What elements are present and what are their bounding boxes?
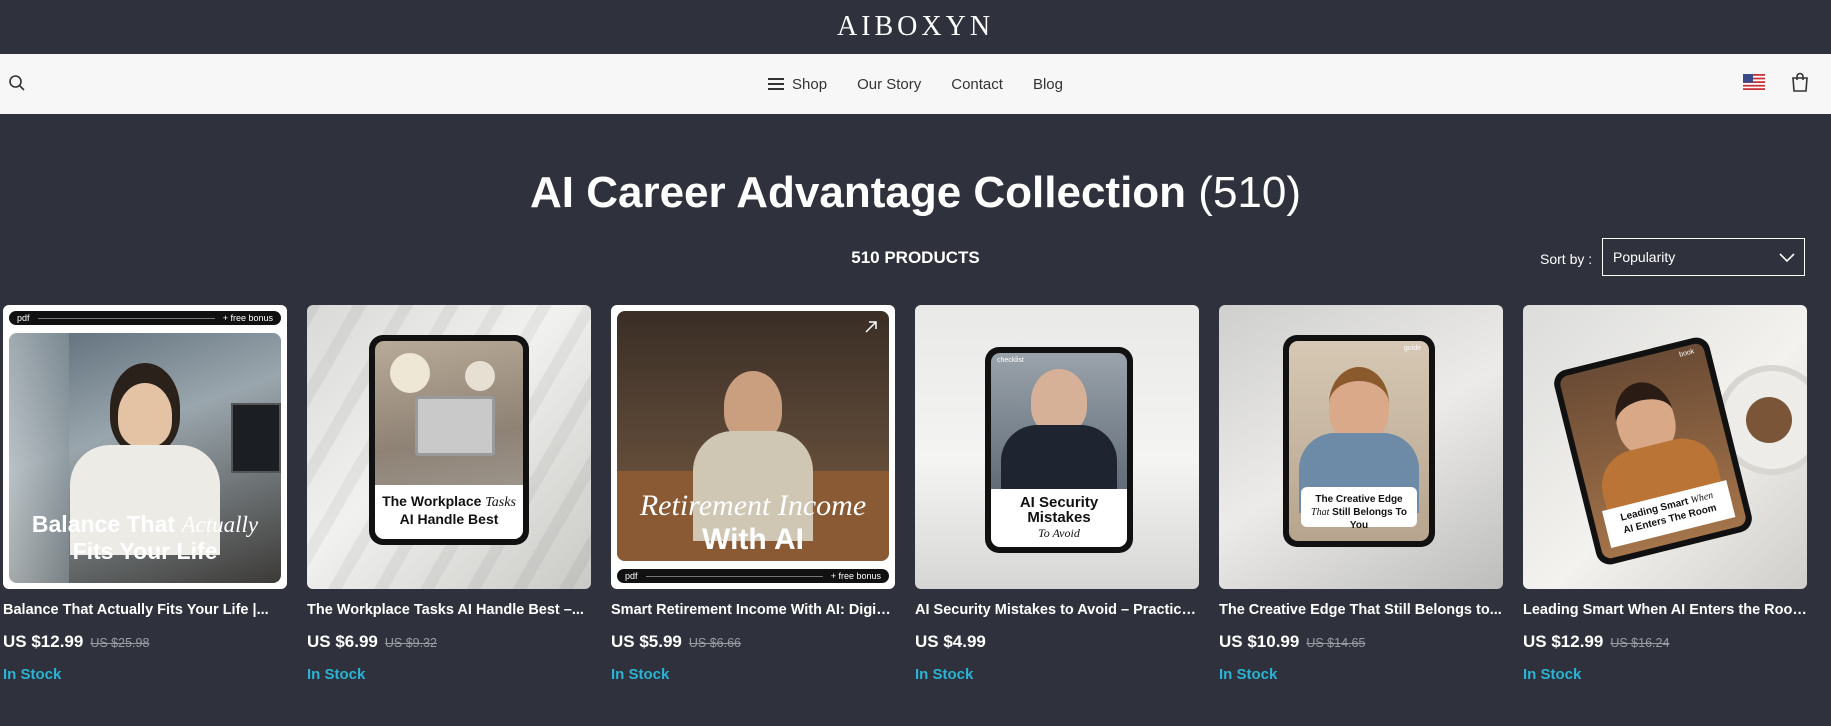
thumb-tag-right: book bbox=[1678, 348, 1696, 359]
sort-selected-value: Popularity bbox=[1613, 249, 1676, 265]
thumb-tag-right: + free bonus bbox=[222, 313, 273, 323]
stock-status: In Stock bbox=[1219, 666, 1278, 683]
thumb-photo: Retirement Income With AI bbox=[617, 311, 889, 561]
price-row: US $6.99 US $9.32 bbox=[307, 632, 591, 652]
nav-item-shop[interactable]: Shop bbox=[768, 76, 827, 93]
thumb-tag-left: checklist bbox=[997, 357, 1024, 364]
nav-item-label: Blog bbox=[1032, 75, 1063, 93]
product-image[interactable]: The Workplace Tasks AI Handle Best bbox=[307, 305, 591, 589]
price-row: US $4.99 bbox=[915, 632, 1199, 652]
product-title[interactable]: The Creative Edge That Still Belongs to.… bbox=[1219, 602, 1503, 618]
thumb-tag-right: guide bbox=[1403, 345, 1421, 352]
collection-header: AI Career Advantage Collection (510) bbox=[0, 168, 1831, 218]
product-image[interactable]: checklist AI Security Mistakes To Avoid bbox=[915, 305, 1199, 589]
page-title: AI Career Advantage Collection (510) bbox=[0, 168, 1831, 218]
thumb-caption: The Creative Edge That Still Belongs To … bbox=[1301, 487, 1417, 531]
collection-title: AI Career Advantage Collection bbox=[529, 168, 1187, 217]
thumb-caption: AI Security Mistakes To Avoid bbox=[991, 489, 1127, 547]
product-price: US $12.99 bbox=[3, 632, 84, 651]
tablet-mockup: checklist AI Security Mistakes To Avoid bbox=[985, 347, 1133, 553]
tablet-mockup: The Workplace Tasks AI Handle Best bbox=[369, 335, 529, 545]
product-old-price: US $25.98 bbox=[90, 636, 150, 650]
product-price: US $5.99 bbox=[611, 632, 682, 651]
thumb-tag-right: + free bonus bbox=[830, 571, 881, 581]
nav-item-label: Contact bbox=[951, 75, 1003, 93]
product-image[interactable]: book Leading Smart When AI Enters The Ro… bbox=[1523, 305, 1807, 589]
main-nav: Shop Our Story Contact Blog bbox=[0, 54, 1831, 114]
product-title[interactable]: Smart Retirement Income With AI: Digita.… bbox=[611, 602, 895, 618]
brand-bar: AIBOXYN bbox=[0, 0, 1831, 54]
tablet-mockup: guide The Creative Edge That Still Belon… bbox=[1283, 335, 1435, 547]
product-card[interactable]: The Workplace Tasks AI Handle Best The W… bbox=[307, 305, 591, 683]
product-card[interactable]: checklist AI Security Mistakes To Avoid … bbox=[915, 305, 1199, 683]
product-image[interactable]: guide The Creative Edge That Still Belon… bbox=[1219, 305, 1503, 589]
nav-item-contact[interactable]: Contact bbox=[951, 76, 1003, 93]
thumb-caption: Balance That Actually Fits Your Life bbox=[31, 511, 259, 564]
product-image[interactable]: Retirement Income With AI pdf + free bon… bbox=[611, 305, 895, 589]
menu-icon bbox=[768, 78, 785, 90]
product-grid: pdf + free bonus Balance That Actually F… bbox=[3, 305, 1807, 683]
stock-status: In Stock bbox=[1523, 666, 1582, 683]
product-price: US $12.99 bbox=[1523, 632, 1604, 651]
price-row: US $5.99 US $6.66 bbox=[611, 632, 895, 652]
nav-actions bbox=[1743, 72, 1809, 92]
brand-logo[interactable]: AIBOXYN bbox=[837, 11, 994, 43]
product-old-price: US $9.32 bbox=[384, 636, 438, 650]
expand-arrow-icon bbox=[863, 319, 879, 335]
product-title[interactable]: AI Security Mistakes to Avoid – Practica… bbox=[915, 602, 1199, 618]
listing-toolbar: 510 PRODUCTS Sort by : Popularity bbox=[0, 238, 1831, 280]
price-row: US $12.99 US $16.24 bbox=[1523, 632, 1807, 652]
product-price: US $10.99 bbox=[1219, 632, 1300, 651]
nav-menu: Shop Our Story Contact Blog bbox=[768, 76, 1063, 93]
product-title[interactable]: Balance That Actually Fits Your Life |..… bbox=[3, 602, 287, 618]
stock-status: In Stock bbox=[915, 666, 974, 683]
nav-item-label: Shop bbox=[792, 75, 828, 93]
price-row: US $12.99 US $25.98 bbox=[3, 632, 287, 652]
product-card[interactable]: pdf + free bonus Balance That Actually F… bbox=[3, 305, 287, 683]
product-old-price: US $6.66 bbox=[688, 636, 742, 650]
us-flag-icon[interactable] bbox=[1743, 74, 1765, 90]
thumb-tag-left: pdf bbox=[625, 571, 638, 581]
thumb-caption: The Workplace Tasks AI Handle Best bbox=[375, 485, 523, 539]
product-price: US $6.99 bbox=[307, 632, 378, 651]
collection-count: (510) bbox=[1198, 168, 1302, 217]
price-row: US $10.99 US $14.65 bbox=[1219, 632, 1503, 652]
nav-item-our-story[interactable]: Our Story bbox=[857, 76, 921, 93]
thumb-photo: Balance That Actually Fits Your Life bbox=[9, 333, 281, 583]
nav-item-blog[interactable]: Blog bbox=[1033, 76, 1063, 93]
stock-status: In Stock bbox=[611, 666, 670, 683]
search-icon[interactable] bbox=[8, 74, 26, 92]
product-card[interactable]: book Leading Smart When AI Enters The Ro… bbox=[1523, 305, 1807, 683]
sort-label: Sort by : bbox=[1540, 251, 1593, 267]
shopping-bag-icon[interactable] bbox=[1791, 72, 1809, 92]
thumb-tag-bar: pdf + free bonus bbox=[617, 569, 889, 583]
product-card[interactable]: Retirement Income With AI pdf + free bon… bbox=[611, 305, 895, 683]
product-title[interactable]: Leading Smart When AI Enters the Room... bbox=[1523, 602, 1807, 618]
thumb-tag-bar: pdf + free bonus bbox=[9, 311, 281, 325]
product-old-price: US $16.24 bbox=[1610, 636, 1670, 650]
thumb-caption: Retirement Income With AI bbox=[639, 489, 867, 556]
nav-item-label: Our Story bbox=[857, 75, 922, 93]
stock-status: In Stock bbox=[307, 666, 366, 683]
tablet-mockup: book Leading Smart When AI Enters The Ro… bbox=[1551, 334, 1755, 568]
product-image[interactable]: pdf + free bonus Balance That Actually F… bbox=[3, 305, 287, 589]
thumb-tag-left: pdf bbox=[17, 313, 30, 323]
product-old-price: US $14.65 bbox=[1306, 636, 1366, 650]
sort-select[interactable]: Popularity bbox=[1602, 238, 1805, 276]
product-title[interactable]: The Workplace Tasks AI Handle Best –... bbox=[307, 602, 591, 618]
chevron-down-icon bbox=[1779, 253, 1795, 263]
product-card[interactable]: guide The Creative Edge That Still Belon… bbox=[1219, 305, 1503, 683]
stock-status: In Stock bbox=[3, 666, 62, 683]
product-price: US $4.99 bbox=[915, 632, 986, 651]
